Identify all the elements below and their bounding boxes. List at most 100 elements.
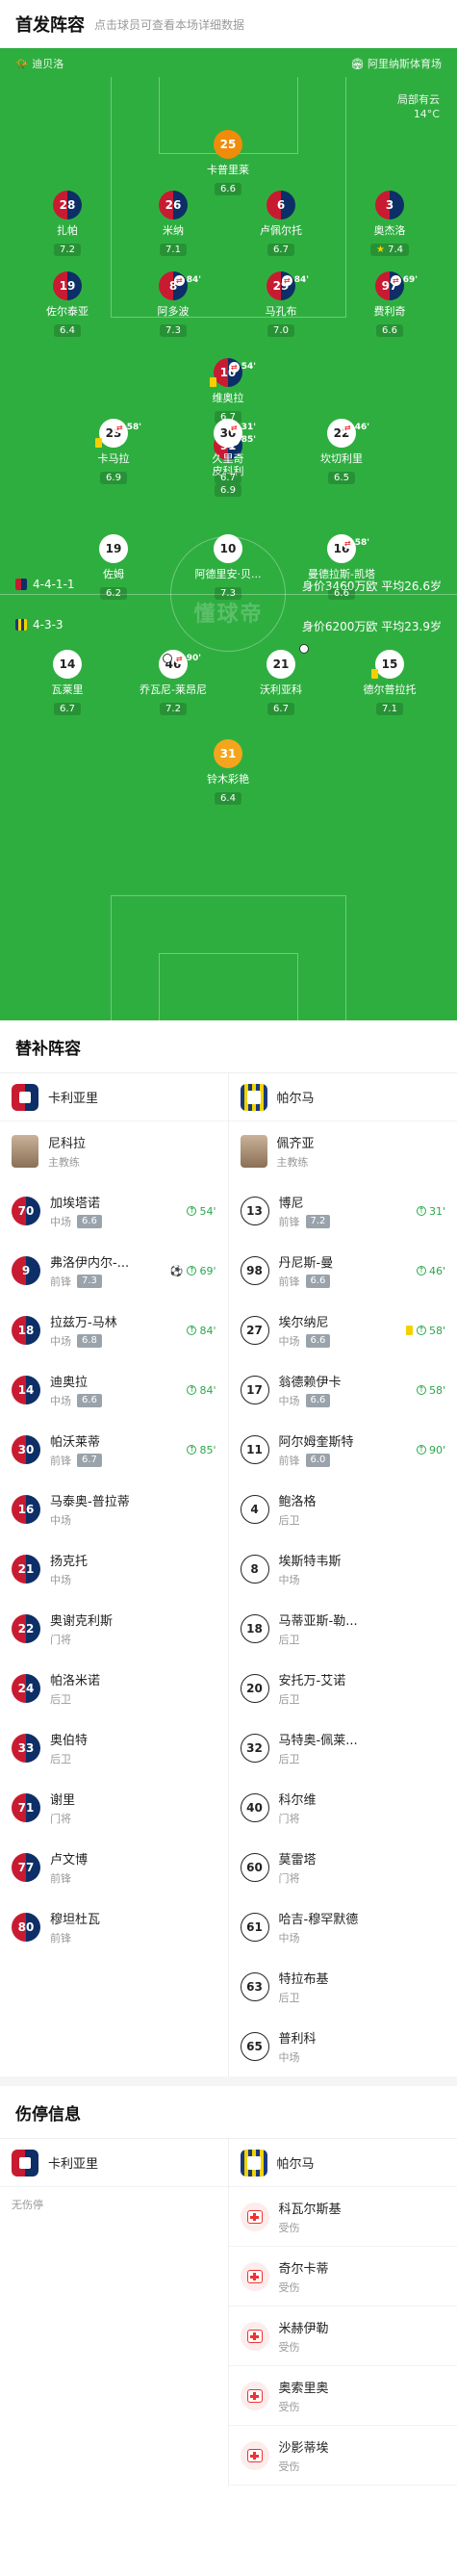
sub-position: 中场 <box>50 1574 71 1586</box>
pitch-player[interactable]: 14 瓦莱里 6.7 <box>24 650 111 715</box>
sub-player-row[interactable]: 33 奥伯特 后卫 <box>0 1718 228 1778</box>
injuries-title: 伤停信息 <box>15 2104 81 2125</box>
sub-minute: 54' <box>241 362 256 372</box>
sub-player-row[interactable]: 63 特拉布基 后卫 <box>229 1957 457 2017</box>
pitch-player[interactable]: 19 佐尔泰亚 6.4 <box>24 271 111 337</box>
sub-player-row[interactable]: 65 普利科 中场 <box>229 2017 457 2076</box>
pitch-player[interactable]: 22 ⇄ 46' 坎切利里 6.5 <box>298 419 385 484</box>
sub-player-row[interactable]: 8 埃斯特韦斯 中场 <box>229 1539 457 1599</box>
pitch-player[interactable]: 28 扎帕 7.2 <box>24 191 111 256</box>
parma-logo-icon <box>240 1083 267 1111</box>
sub-name: 阿尔姆奎斯特 <box>278 1435 354 1450</box>
substitution-icon: ⇄ <box>228 361 240 373</box>
injuries-section: 卡利亚里 无伤停 帕尔马 科瓦尔斯基 受伤 奇尔卡蒂 受伤 米赫伊勒 受伤 奥索里奥 受伤 沙影… <box>0 2138 457 2486</box>
substitution-icon: ⇄ <box>342 422 353 433</box>
sub-player-row[interactable]: 20 安托万-艾诺 后卫 <box>229 1659 457 1718</box>
sub-player-row[interactable]: 40 科尔维 门将 <box>229 1778 457 1838</box>
player-number: 22 ⇄ 46' <box>327 419 369 448</box>
sub-player-row[interactable]: 18 拉兹万-马林 中场 6.8 ↑ 84' <box>0 1301 228 1360</box>
sub-player-row[interactable]: 21 扬克托 中场 <box>0 1539 228 1599</box>
sub-position: 门将 <box>278 1872 300 1885</box>
pitch-player[interactable]: 97 ⇄ 69' 费利奇 6.6 <box>346 271 433 337</box>
pitch-player[interactable]: 19 佐姆 6.2 <box>70 534 157 600</box>
sub-player-row[interactable]: 16 马泰奥-普拉蒂 中场 <box>0 1480 228 1539</box>
sub-player-row[interactable]: 22 奥谢克利斯 门将 <box>0 1599 228 1659</box>
away-team-row[interactable]: 帕尔马 <box>228 1073 457 1121</box>
sub-number: 4 <box>240 1495 269 1524</box>
coach-avatar <box>240 1135 267 1168</box>
pitch-player[interactable]: 23 ⇄ 58' 卡马拉 6.9 <box>70 419 157 484</box>
sub-player-row[interactable]: 9 弗洛伊内尔-... 前锋 7.3 ⚽ ↑ 69' <box>0 1241 228 1301</box>
sub-position: 后卫 <box>278 1753 300 1765</box>
player-name: 维奥拉 <box>212 392 244 404</box>
injury-status: 受伤 <box>278 2400 300 2413</box>
coach-name: 尼科拉 <box>48 1137 87 1151</box>
sub-player-row[interactable]: 17 翁德赖伊卡 中场 6.6 ↑ 58' <box>229 1360 457 1420</box>
pitch-player[interactable]: 30 ⇄ 31' 久里奇 6.7 <box>185 419 271 484</box>
injury-row[interactable]: 科瓦尔斯基 受伤 <box>228 2187 457 2247</box>
sub-player-row[interactable]: 11 阿尔姆奎斯特 前锋 6.0 ↑ 90' <box>229 1420 457 1480</box>
sub-in-time: ↑ 58' <box>416 1324 445 1337</box>
sub-player-row[interactable]: 24 帕洛米诺 后卫 <box>0 1659 228 1718</box>
away-coach-row[interactable]: 佩齐亚 主教练 <box>229 1121 457 1181</box>
sub-player-row[interactable]: 98 丹尼斯-曼 前锋 6.6 ↑ 46' <box>229 1241 457 1301</box>
sub-player-row[interactable]: 32 马特奥-佩莱... 后卫 <box>229 1718 457 1778</box>
sub-position: 中场 <box>50 1514 71 1527</box>
pitch-player[interactable]: 21 沃利亚科 6.7 <box>238 644 324 715</box>
player-rating: 6.7 <box>267 244 294 256</box>
stadium-label: 🏟 阿里纳斯体育场 <box>350 58 442 70</box>
no-injuries-text: 无伤停 <box>12 2199 43 2211</box>
sub-name: 丹尼斯-曼 <box>278 1256 334 1271</box>
sub-player-row[interactable]: 71 谢里 门将 <box>0 1778 228 1838</box>
sub-number: 8 <box>240 1555 269 1584</box>
home-coach-row[interactable]: 尼科拉 主教练 <box>0 1121 228 1181</box>
home-formation: 4-4-1-1 <box>33 578 75 591</box>
pitch-player[interactable]: 31 铃木彩艳 6.4 <box>185 739 271 805</box>
injury-row[interactable]: 米赫伊勒 受伤 <box>228 2306 457 2366</box>
medical-kit-icon <box>240 2381 269 2410</box>
injury-row[interactable]: 奇尔卡蒂 受伤 <box>228 2247 457 2306</box>
pitch-player[interactable]: 3 奥杰洛 ★ 7.4 <box>346 191 433 256</box>
pitch-player[interactable]: 29 ⇄ 84' 马孔布 7.0 <box>238 271 324 337</box>
pitch-player[interactable]: 10 阿德里安·贝... 7.3 <box>185 534 271 600</box>
sub-rating: 6.6 <box>305 1275 331 1288</box>
home-team-row[interactable]: 卡利亚里 <box>0 1073 228 1121</box>
sub-player-row[interactable]: 80 穆坦杜瓦 前锋 <box>0 1897 228 1957</box>
sub-number: 17 <box>240 1376 269 1404</box>
pitch-player[interactable]: 6 卢佩尔托 6.7 <box>238 191 324 256</box>
pitch-player[interactable]: 15 德尔普拉托 7.1 <box>346 650 433 715</box>
sub-name: 奥伯特 <box>50 1734 89 1748</box>
sub-player-row[interactable]: 30 帕沃莱蒂 前锋 6.7 ↑ 85' <box>0 1420 228 1480</box>
injury-status: 受伤 <box>278 2460 300 2473</box>
injury-row[interactable]: 沙影蒂埃 受伤 <box>228 2426 457 2486</box>
pitch-player[interactable]: 25 卡普里莱 6.6 <box>185 130 271 195</box>
sub-player-row[interactable]: 61 哈吉-穆罕默德 中场 <box>229 1897 457 1957</box>
sub-player-row[interactable]: 70 加埃塔诺 中场 6.6 ↑ 54' <box>0 1181 228 1241</box>
pitch-player[interactable]: 8 ⇄ 84' 阿多波 7.3 <box>130 271 216 337</box>
yellow-card-icon <box>210 377 216 387</box>
sub-player-row[interactable]: 13 博尼 前锋 7.2 ↑ 31' <box>229 1181 457 1241</box>
sub-name: 翁德赖伊卡 <box>278 1376 342 1390</box>
sub-number: 22 <box>12 1614 40 1643</box>
lineup-header: 首发阵容 点击球员可查看本场详细数据 <box>0 0 457 48</box>
sub-player-row[interactable]: 77 卢文博 前锋 <box>0 1838 228 1897</box>
sub-player-row[interactable]: 18 马蒂亚斯-勒... 后卫 <box>229 1599 457 1659</box>
player-events: ⇄ 84' <box>173 266 201 295</box>
sub-player-row[interactable]: 14 迪奥拉 中场 6.6 ↑ 84' <box>0 1360 228 1420</box>
injured-player-name: 奇尔卡蒂 <box>278 2261 329 2277</box>
substitution-icon: ⇄ <box>228 422 240 433</box>
sub-player-row[interactable]: 4 鲍洛格 后卫 <box>229 1480 457 1539</box>
pitch-player[interactable]: 16 ⇄ 58' 曼德拉斯-凯塔 6.6 <box>298 534 385 600</box>
away-badge-icon <box>15 619 27 631</box>
sub-player-row[interactable]: 60 莫雷塔 门将 <box>229 1838 457 1897</box>
sub-position: 门将 <box>50 1813 71 1825</box>
pitch-player[interactable]: 46 ⇄ 90' 乔瓦尼-莱昂尼 7.2 <box>130 650 216 715</box>
injury-row[interactable]: 奥索里奥 受伤 <box>228 2366 457 2426</box>
sub-name: 博尼 <box>278 1197 304 1211</box>
sub-player-row[interactable]: 27 埃尔纳尼 中场 6.6 ↑ 58' <box>229 1301 457 1360</box>
pitch-player[interactable]: 26 米纳 7.1 <box>130 191 216 256</box>
sub-number: 98 <box>240 1256 269 1285</box>
sub-in-arrow-icon: ↑ <box>187 1206 197 1216</box>
sub-position: 前锋 <box>50 1275 71 1288</box>
sub-position: 前锋 <box>50 1932 71 1945</box>
